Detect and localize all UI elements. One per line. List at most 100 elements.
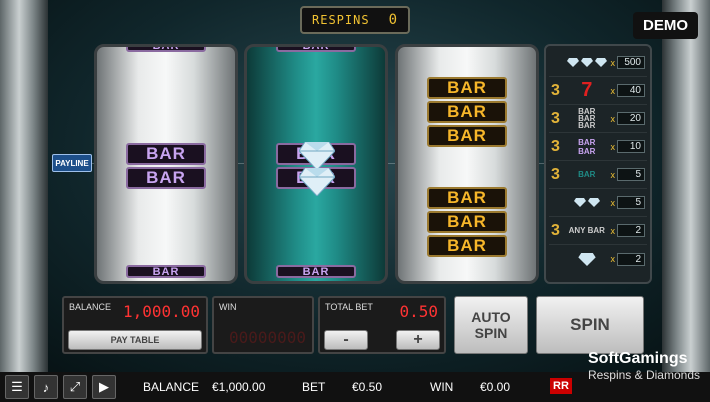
paytable-row: x2 [549, 245, 647, 273]
multiplier-x: x [610, 197, 616, 208]
bar-symbol: BAR [276, 47, 356, 52]
paytable-multiplier: 500 [617, 56, 645, 69]
triple-diamond-icon [563, 58, 611, 67]
bar-symbol: BAR [427, 77, 507, 99]
win-display: 00000000 [228, 328, 306, 347]
seven-icon: 7 [581, 79, 593, 101]
multiplier-x: x [610, 57, 616, 68]
brand-block: SoftGamings Respins & Diamonds [588, 350, 700, 382]
play-icon[interactable]: ▶ [92, 375, 116, 399]
paytable-count: 3 [551, 109, 560, 127]
mini-bar: BAR [578, 170, 596, 179]
triple-bar-icon: BAR BAR BAR [563, 108, 611, 130]
increase-bet-button[interactable]: + [396, 330, 440, 350]
multiplier-x: x [610, 85, 616, 96]
paytable-panel: x 500 3 7 x 40 3 BAR BAR BAR x 20 3 BAR BAR… [544, 44, 652, 284]
menu-icon[interactable]: ☰ [5, 375, 29, 399]
decrease-bet-button[interactable]: - [324, 330, 368, 350]
game-title: Respins & Diamonds [587, 368, 700, 382]
bar-symbol: BAR [427, 211, 507, 233]
paytable-row: 3 BAR BAR x 10 [549, 133, 647, 161]
spin-button[interactable]: SPIN [536, 296, 644, 354]
diamond-icon [563, 252, 611, 266]
reel-3-triple-bar-bottom: BAR BAR BAR [427, 187, 507, 257]
reel-1-top-symbol: BAR [126, 47, 206, 52]
bottom-bet-value: €0.50 [352, 380, 383, 394]
paytable-multiplier: 2 [617, 224, 645, 237]
win-label: WIN [219, 302, 237, 312]
mini-bar: BAR [578, 121, 596, 130]
respins-label: RESPINS [312, 13, 370, 27]
multiplier-x: x [610, 254, 616, 264]
reel-1: BAR BAR BAR BAR [94, 44, 238, 284]
paytable-count: 3 [551, 221, 560, 239]
bar-symbol: BAR [126, 167, 206, 189]
reel-2-bottom-symbol: BAR [276, 265, 356, 278]
cabinet-frame-left [0, 0, 48, 372]
total-bet-label: TOTAL BET [325, 302, 373, 312]
respins-value: 0 [388, 12, 398, 28]
paytable-multiplier: 5 [617, 168, 645, 181]
paytable-multiplier: 40 [617, 84, 645, 97]
mini-bar: BAR [578, 146, 596, 156]
reel-3: BAR BAR BAR BAR BAR BAR [395, 44, 539, 284]
bar-symbol: BAR [427, 101, 507, 123]
multiplier-x: x [610, 169, 616, 180]
paytable-row: 3 BAR BAR BAR x 20 [549, 105, 647, 133]
demo-badge: DEMO [633, 12, 698, 39]
multiplier-x: x [610, 113, 616, 124]
reel-2-top-symbol: BAR [276, 47, 356, 52]
reel-1-bottom-symbol: BAR [126, 265, 206, 278]
paytable-multiplier: 5 [617, 196, 645, 209]
balance-box: BALANCE 1,000.00 PAY TABLE [62, 296, 208, 354]
paytable-count: 3 [551, 137, 560, 155]
paytable-row: x 500 [549, 49, 647, 77]
paytable-row: x5 [549, 189, 647, 217]
bar-symbol: BAR [276, 265, 356, 278]
paytable-multiplier: 10 [617, 140, 645, 153]
respins-counter: RESPINS 0 [300, 6, 410, 34]
paytable-multiplier: 2 [617, 252, 645, 266]
diamond-icon [298, 167, 336, 197]
bar-symbol: BAR [126, 265, 206, 278]
bar-symbol: BAR [427, 125, 507, 147]
game-logo-icon: RR [550, 378, 572, 394]
diamond-icon [298, 141, 336, 171]
reel-1-double-bar: BAR BAR [126, 143, 206, 189]
multiplier-x: x [610, 225, 616, 236]
payline-marker: PAYLINE [52, 154, 92, 172]
bottom-bet-label: BET [302, 380, 326, 394]
reel-2: BAR BAR BAR BAR [244, 44, 388, 284]
double-diamond-icon [563, 198, 611, 207]
bottom-bar: ☰ ♪ ⤢ ▶ BALANCE €1,000.00 BET €0.50 WIN … [0, 350, 710, 402]
bar-symbol: BAR [427, 187, 507, 209]
bar-symbol: BAR [126, 143, 206, 165]
bottom-balance-value: €1,000.00 [212, 380, 266, 394]
paytable-count: 3 [551, 165, 560, 183]
brand-name: SoftGamings [587, 350, 688, 367]
paytable-button[interactable]: PAY TABLE [68, 330, 202, 350]
double-bar-icon: BAR BAR [563, 138, 611, 156]
single-bar-icon: BAR [563, 170, 611, 179]
paytable-row: 3 BAR x5 [549, 161, 647, 189]
game-stage: RESPINS 0 DEMO PAYLINE BAR BAR BAR BAR B… [0, 0, 710, 372]
bottom-win-value: €0.00 [480, 380, 511, 394]
paytable-count: 3 [551, 81, 560, 99]
auto-spin-button[interactable]: AUTO SPIN [454, 296, 528, 354]
fullscreen-icon[interactable]: ⤢ [63, 375, 87, 399]
balance-label: BALANCE [69, 302, 112, 312]
bottom-win-label: WIN [430, 380, 454, 394]
paytable-multiplier: 20 [617, 112, 645, 125]
reel-3-triple-bar-top: BAR BAR BAR [427, 77, 507, 147]
balance-display: 1,000.00 [122, 302, 200, 321]
bottom-balance-label: BALANCE [143, 380, 200, 394]
total-bet-box: TOTAL BET 0.50 - + [318, 296, 446, 354]
multiplier-x: x [610, 141, 616, 152]
bar-symbol: BAR [126, 47, 206, 52]
cabinet-frame-right [662, 0, 710, 372]
paytable-row: 3 ANY BAR x2 [549, 217, 647, 245]
mini-bar: BAR [578, 137, 596, 147]
paytable-row: 3 7 x 40 [549, 77, 647, 105]
total-bet-display: 0.50 [399, 302, 438, 321]
sound-icon[interactable]: ♪ [34, 375, 58, 399]
